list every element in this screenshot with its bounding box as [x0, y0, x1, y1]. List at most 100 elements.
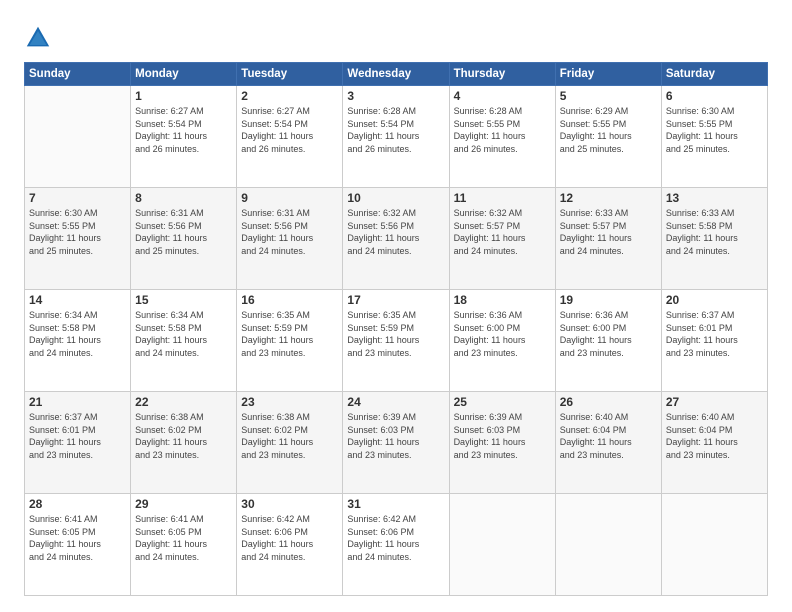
day-info: Sunrise: 6:33 AM Sunset: 5:57 PM Dayligh… [560, 207, 657, 257]
calendar-cell: 24 Sunrise: 6:39 AM Sunset: 6:03 PM Dayli… [343, 392, 449, 494]
calendar-cell [661, 494, 767, 596]
day-number: 17 [347, 293, 444, 307]
calendar-cell: 6 Sunrise: 6:30 AM Sunset: 5:55 PM Daylig… [661, 86, 767, 188]
day-info: Sunrise: 6:31 AM Sunset: 5:56 PM Dayligh… [135, 207, 232, 257]
day-info: Sunrise: 6:37 AM Sunset: 6:01 PM Dayligh… [29, 411, 126, 461]
calendar-cell: 10 Sunrise: 6:32 AM Sunset: 5:56 PM Dayli… [343, 188, 449, 290]
weekday-header: Wednesday [343, 63, 449, 86]
calendar-cell: 9 Sunrise: 6:31 AM Sunset: 5:56 PM Daylig… [237, 188, 343, 290]
calendar-cell: 5Sunrise: 6:29 AM Sunset: 5:55 PM Daylig… [555, 86, 661, 188]
day-info: Sunrise: 6:36 AM Sunset: 6:00 PM Dayligh… [560, 309, 657, 359]
day-info: Sunrise: 6:40 AM Sunset: 6:04 PM Dayligh… [560, 411, 657, 461]
day-info: Sunrise: 6:32 AM Sunset: 5:56 PM Dayligh… [347, 207, 444, 257]
day-info: Sunrise: 6:33 AM Sunset: 5:58 PM Dayligh… [666, 207, 763, 257]
calendar-cell: 16 Sunrise: 6:35 AM Sunset: 5:59 PM Dayli… [237, 290, 343, 392]
day-info: Sunrise: 6:34 AM Sunset: 5:58 PM Dayligh… [135, 309, 232, 359]
calendar-cell: 7 Sunrise: 6:30 AM Sunset: 5:55 PM Daylig… [25, 188, 131, 290]
day-number: 28 [29, 497, 126, 511]
calendar-cell: 21Sunrise: 6:37 AM Sunset: 6:01 PM Dayli… [25, 392, 131, 494]
day-number: 4 [454, 89, 551, 103]
day-number: 30 [241, 497, 338, 511]
day-info: Sunrise: 6:30 AM Sunset: 5:55 PM Dayligh… [666, 105, 763, 155]
day-info: Sunrise: 6:37 AM Sunset: 6:01 PM Dayligh… [666, 309, 763, 359]
day-number: 16 [241, 293, 338, 307]
day-info: Sunrise: 6:41 AM Sunset: 6:05 PM Dayligh… [135, 513, 232, 563]
day-number: 29 [135, 497, 232, 511]
calendar-cell: 27 Sunrise: 6:40 AM Sunset: 6:04 PM Dayli… [661, 392, 767, 494]
day-number: 7 [29, 191, 126, 205]
calendar-week-row: 14 Sunrise: 6:34 AM Sunset: 5:58 PM Dayli… [25, 290, 768, 392]
logo [24, 24, 56, 52]
day-info: Sunrise: 6:36 AM Sunset: 6:00 PM Dayligh… [454, 309, 551, 359]
day-info: Sunrise: 6:41 AM Sunset: 6:05 PM Dayligh… [29, 513, 126, 563]
day-number: 20 [666, 293, 763, 307]
calendar-cell: 15 Sunrise: 6:34 AM Sunset: 5:58 PM Dayli… [131, 290, 237, 392]
calendar-header-row: SundayMondayTuesdayWednesdayThursdayFrid… [25, 63, 768, 86]
calendar-cell: 13 Sunrise: 6:33 AM Sunset: 5:58 PM Dayli… [661, 188, 767, 290]
calendar-cell: 8 Sunrise: 6:31 AM Sunset: 5:56 PM Daylig… [131, 188, 237, 290]
day-info: Sunrise: 6:35 AM Sunset: 5:59 PM Dayligh… [241, 309, 338, 359]
calendar-cell: 31 Sunrise: 6:42 AM Sunset: 6:06 PM Dayli… [343, 494, 449, 596]
day-number: 11 [454, 191, 551, 205]
calendar-week-row: 28 Sunrise: 6:41 AM Sunset: 6:05 PM Dayli… [25, 494, 768, 596]
calendar-cell: 20 Sunrise: 6:37 AM Sunset: 6:01 PM Dayli… [661, 290, 767, 392]
calendar-cell: 23 Sunrise: 6:38 AM Sunset: 6:02 PM Dayli… [237, 392, 343, 494]
day-number: 24 [347, 395, 444, 409]
day-number: 22 [135, 395, 232, 409]
calendar-table: SundayMondayTuesdayWednesdayThursdayFrid… [24, 62, 768, 596]
day-number: 5 [560, 89, 657, 103]
page: SundayMondayTuesdayWednesdayThursdayFrid… [0, 0, 792, 612]
weekday-header: Thursday [449, 63, 555, 86]
calendar-cell [555, 494, 661, 596]
day-info: Sunrise: 6:31 AM Sunset: 5:56 PM Dayligh… [241, 207, 338, 257]
weekday-header: Sunday [25, 63, 131, 86]
day-number: 13 [666, 191, 763, 205]
day-info: Sunrise: 6:32 AM Sunset: 5:57 PM Dayligh… [454, 207, 551, 257]
day-info: Sunrise: 6:34 AM Sunset: 5:58 PM Dayligh… [29, 309, 126, 359]
calendar-cell: 2Sunrise: 6:27 AM Sunset: 5:54 PM Daylig… [237, 86, 343, 188]
calendar-cell: 3Sunrise: 6:28 AM Sunset: 5:54 PM Daylig… [343, 86, 449, 188]
calendar-cell: 12 Sunrise: 6:33 AM Sunset: 5:57 PM Dayli… [555, 188, 661, 290]
calendar-cell: 17 Sunrise: 6:35 AM Sunset: 5:59 PM Dayli… [343, 290, 449, 392]
day-number: 12 [560, 191, 657, 205]
calendar-cell: 14 Sunrise: 6:34 AM Sunset: 5:58 PM Dayli… [25, 290, 131, 392]
day-info: Sunrise: 6:30 AM Sunset: 5:55 PM Dayligh… [29, 207, 126, 257]
day-number: 6 [666, 89, 763, 103]
calendar-week-row: 7 Sunrise: 6:30 AM Sunset: 5:55 PM Daylig… [25, 188, 768, 290]
calendar-cell: 26Sunrise: 6:40 AM Sunset: 6:04 PM Dayli… [555, 392, 661, 494]
calendar-cell: 22 Sunrise: 6:38 AM Sunset: 6:02 PM Dayli… [131, 392, 237, 494]
day-number: 27 [666, 395, 763, 409]
day-info: Sunrise: 6:38 AM Sunset: 6:02 PM Dayligh… [135, 411, 232, 461]
day-number: 14 [29, 293, 126, 307]
day-info: Sunrise: 6:39 AM Sunset: 6:03 PM Dayligh… [347, 411, 444, 461]
calendar-cell: 4 Sunrise: 6:28 AM Sunset: 5:55 PM Daylig… [449, 86, 555, 188]
day-info: Sunrise: 6:27 AM Sunset: 5:54 PM Dayligh… [135, 105, 232, 155]
calendar-cell [449, 494, 555, 596]
day-info: Sunrise: 6:42 AM Sunset: 6:06 PM Dayligh… [241, 513, 338, 563]
day-number: 9 [241, 191, 338, 205]
day-number: 15 [135, 293, 232, 307]
calendar-week-row: 1Sunrise: 6:27 AM Sunset: 5:54 PM Daylig… [25, 86, 768, 188]
calendar-cell: 25Sunrise: 6:39 AM Sunset: 6:03 PM Dayli… [449, 392, 555, 494]
calendar-week-row: 21Sunrise: 6:37 AM Sunset: 6:01 PM Dayli… [25, 392, 768, 494]
day-number: 23 [241, 395, 338, 409]
day-number: 31 [347, 497, 444, 511]
calendar-cell: 18 Sunrise: 6:36 AM Sunset: 6:00 PM Dayli… [449, 290, 555, 392]
weekday-header: Saturday [661, 63, 767, 86]
day-info: Sunrise: 6:42 AM Sunset: 6:06 PM Dayligh… [347, 513, 444, 563]
day-info: Sunrise: 6:40 AM Sunset: 6:04 PM Dayligh… [666, 411, 763, 461]
day-info: Sunrise: 6:28 AM Sunset: 5:54 PM Dayligh… [347, 105, 444, 155]
day-info: Sunrise: 6:27 AM Sunset: 5:54 PM Dayligh… [241, 105, 338, 155]
day-number: 8 [135, 191, 232, 205]
day-number: 10 [347, 191, 444, 205]
day-info: Sunrise: 6:35 AM Sunset: 5:59 PM Dayligh… [347, 309, 444, 359]
weekday-header: Monday [131, 63, 237, 86]
day-number: 19 [560, 293, 657, 307]
calendar-cell: 19 Sunrise: 6:36 AM Sunset: 6:00 PM Dayli… [555, 290, 661, 392]
calendar-cell: 29 Sunrise: 6:41 AM Sunset: 6:05 PM Dayli… [131, 494, 237, 596]
calendar-cell: 1Sunrise: 6:27 AM Sunset: 5:54 PM Daylig… [131, 86, 237, 188]
day-info: Sunrise: 6:38 AM Sunset: 6:02 PM Dayligh… [241, 411, 338, 461]
day-info: Sunrise: 6:28 AM Sunset: 5:55 PM Dayligh… [454, 105, 551, 155]
day-number: 18 [454, 293, 551, 307]
calendar-cell [25, 86, 131, 188]
